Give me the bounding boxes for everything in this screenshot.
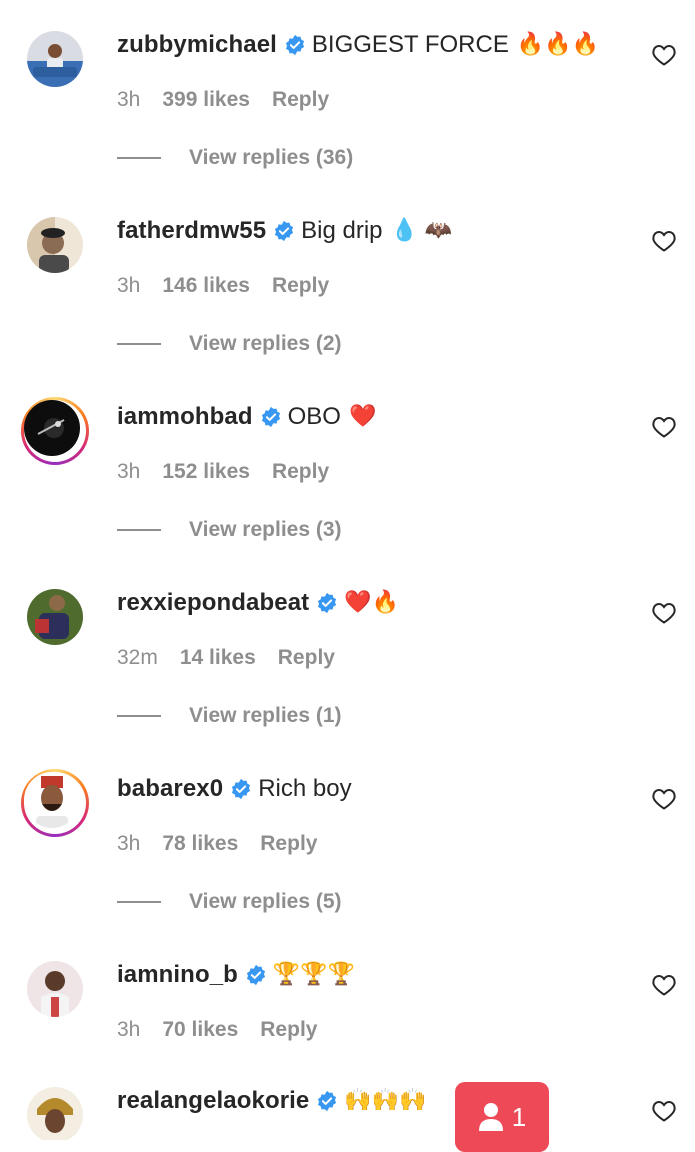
comment-item: babarex0 Rich boy 3h 78 likes Reply View… [0, 769, 695, 960]
comment-emoji: 💧 🦇 [390, 218, 453, 243]
divider [117, 343, 161, 345]
verified-badge-icon [261, 406, 280, 428]
divider [117, 157, 161, 159]
activity-badge-button[interactable]: 1 [455, 1082, 549, 1152]
reply-button[interactable]: Reply [260, 1018, 317, 1042]
like-heart-icon[interactable] [652, 1100, 676, 1122]
verified-badge-icon [275, 220, 294, 242]
like-count[interactable]: 78 likes [162, 832, 238, 856]
divider [117, 715, 161, 717]
view-replies-label: View replies (2) [189, 332, 342, 355]
comment-time: 3h [117, 832, 141, 855]
like-count[interactable]: 70 likes [162, 1018, 238, 1042]
verified-badge-icon [318, 592, 337, 614]
comment-emoji: 🔥🔥🔥 [516, 32, 600, 57]
avatar-story-ring[interactable] [21, 397, 89, 465]
comment-time: 3h [117, 88, 141, 111]
like-count[interactable]: 399 likes [162, 88, 250, 112]
username[interactable]: zubbymichael [117, 30, 277, 60]
comment-item: iammohbad OBO ❤️ 3h 152 likes Reply View… [0, 397, 695, 588]
avatar[interactable] [27, 589, 83, 645]
verified-badge-icon [246, 964, 265, 986]
avatar-photo-icon [24, 400, 80, 456]
comment-item: fatherdmw55 Big drip 💧 🦇 3h 146 likes Re… [0, 216, 695, 402]
badge-count: 1 [511, 1102, 527, 1132]
avatar-photo-icon [24, 772, 80, 828]
like-heart-icon[interactable] [652, 44, 676, 66]
username[interactable]: babarex0 [117, 774, 223, 804]
avatar[interactable] [27, 961, 83, 1017]
view-replies-button[interactable]: View replies (1) [117, 702, 342, 730]
username[interactable]: iammohbad [117, 402, 253, 432]
verified-badge-icon [318, 1090, 337, 1112]
person-icon [478, 1103, 503, 1131]
username[interactable]: realangelaokorie [117, 1086, 309, 1116]
view-replies-label: View replies (3) [189, 518, 342, 541]
avatar-story-ring[interactable] [21, 769, 89, 837]
like-count[interactable]: 146 likes [162, 274, 250, 298]
username[interactable]: fatherdmw55 [117, 216, 266, 246]
comment-time: 3h [117, 274, 141, 297]
comment-emoji: 🙌🙌🙌 [344, 1088, 427, 1113]
comment-text: Big drip [301, 217, 383, 244]
reply-button[interactable]: Reply [272, 274, 329, 298]
avatar-photo-icon [27, 217, 83, 273]
comment-text: OBO [287, 403, 341, 430]
like-heart-icon[interactable] [652, 788, 676, 810]
avatar-photo-icon [27, 589, 83, 645]
avatar[interactable] [27, 217, 83, 273]
avatar-photo-icon [27, 31, 83, 87]
view-replies-label: View replies (1) [189, 704, 342, 727]
reply-button[interactable]: Reply [272, 460, 329, 484]
comment-time: 3h [117, 460, 141, 483]
like-heart-icon[interactable] [652, 974, 676, 996]
comment-text: BIGGEST FORCE [311, 31, 509, 58]
username[interactable]: iamnino_b [117, 960, 238, 990]
view-replies-label: View replies (36) [189, 146, 354, 169]
view-replies-button[interactable]: View replies (2) [117, 330, 342, 358]
comment-time: 32m [117, 646, 158, 669]
verified-badge-icon [285, 34, 304, 56]
comment-emoji: ❤️🔥 [344, 590, 400, 615]
like-count[interactable]: 152 likes [162, 460, 250, 484]
divider [117, 901, 161, 903]
avatar-photo-icon [27, 1087, 83, 1140]
comment-item: zubbymichael BIGGEST FORCE 🔥🔥🔥 3h 399 li… [0, 30, 695, 216]
view-replies-button[interactable]: View replies (3) [117, 516, 342, 544]
like-heart-icon[interactable] [652, 416, 676, 438]
reply-button[interactable]: Reply [278, 646, 335, 670]
comment-emoji: ❤️ [348, 404, 377, 429]
avatar[interactable] [27, 1087, 83, 1140]
like-heart-icon[interactable] [652, 602, 676, 624]
like-heart-icon[interactable] [652, 230, 676, 252]
reply-button[interactable]: Reply [260, 832, 317, 856]
reply-button[interactable]: Reply [272, 88, 329, 112]
view-replies-label: View replies (5) [189, 890, 342, 913]
avatar-photo-icon [27, 961, 83, 1017]
comment-time: 3h [117, 1018, 141, 1041]
view-replies-button[interactable]: View replies (36) [117, 144, 353, 172]
username[interactable]: rexxiepondabeat [117, 588, 309, 618]
verified-badge-icon [232, 778, 251, 800]
comment-item: realangelaokorie 🙌🙌🙌 [0, 1086, 695, 1140]
view-replies-button[interactable]: View replies (5) [117, 888, 342, 916]
divider [117, 529, 161, 531]
avatar[interactable] [27, 31, 83, 87]
comment-emoji: 🏆🏆🏆 [272, 962, 356, 987]
comment-text: Rich boy [258, 775, 352, 802]
like-count[interactable]: 14 likes [180, 646, 256, 670]
comment-item: rexxiepondabeat ❤️🔥 32m 14 likes Reply V… [0, 588, 695, 774]
